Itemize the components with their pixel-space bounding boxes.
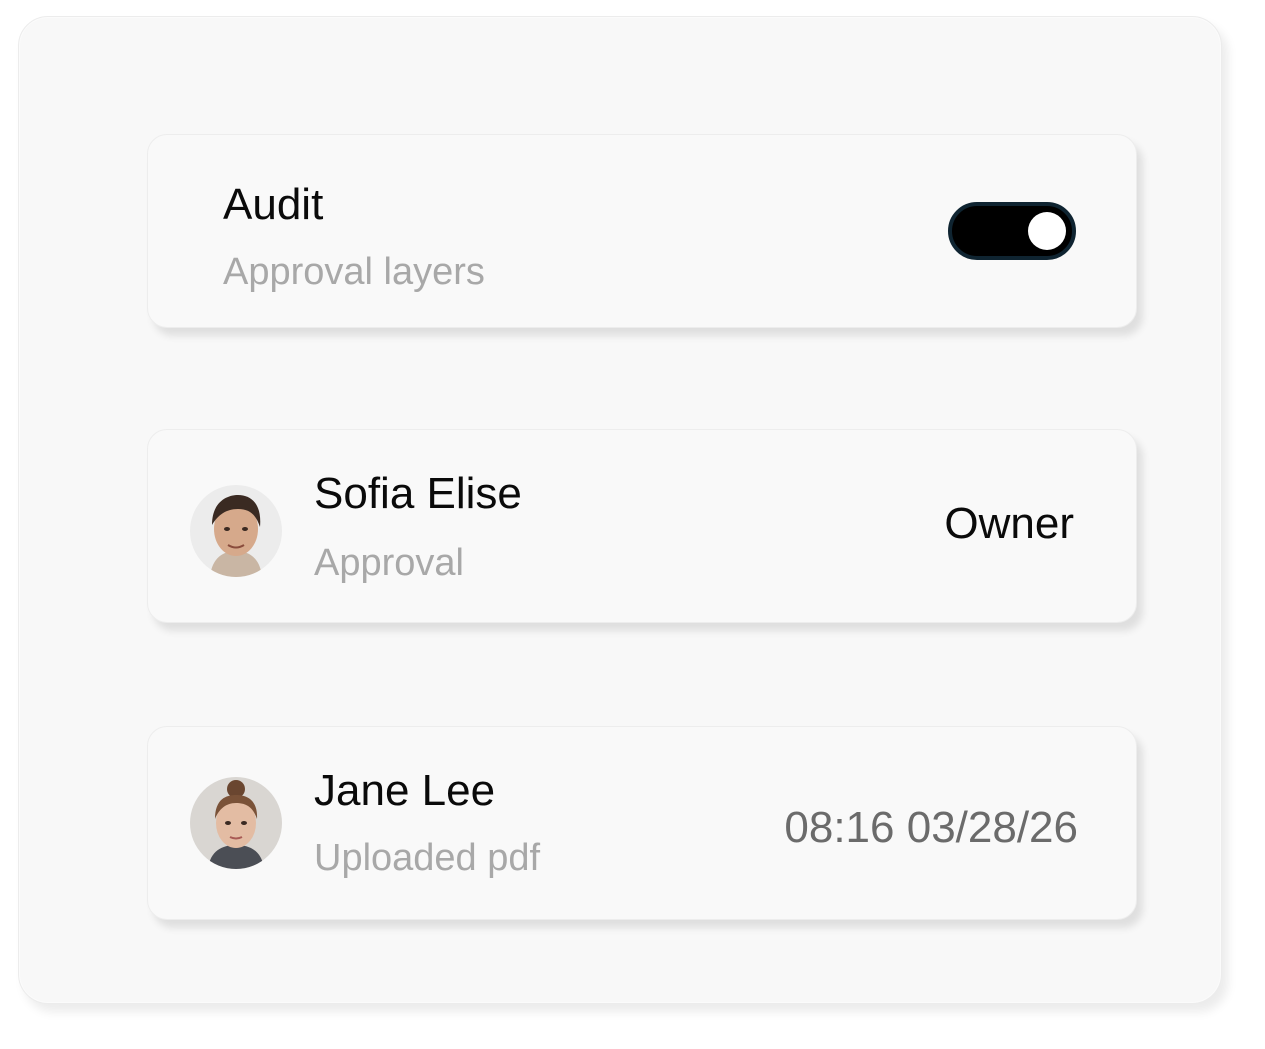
audit-card: Audit Approval layers [147,134,1137,328]
entry-name: Sofia Elise [314,469,522,518]
entry-timestamp: 08:16 03/28/26 [784,803,1078,852]
role-label: Owner [944,499,1074,548]
avatar [190,777,282,869]
toggle-knob [1028,212,1066,250]
audit-subtitle: Approval layers [223,251,485,293]
entry-name: Jane Lee [314,766,496,815]
avatar-image [190,485,282,577]
audit-toggle[interactable] [948,202,1076,260]
audit-panel: Audit Approval layers Sofia Elise Approv… [18,16,1222,1004]
avatar-image [190,777,282,869]
entry-detail: Approval [314,542,464,584]
avatar [190,485,282,577]
activity-item[interactable]: Jane Lee Uploaded pdf 08:16 03/28/26 [147,726,1137,920]
entry-detail: Uploaded pdf [314,837,541,879]
audit-title: Audit [223,180,324,229]
activity-item[interactable]: Sofia Elise Approval Owner [147,429,1137,623]
